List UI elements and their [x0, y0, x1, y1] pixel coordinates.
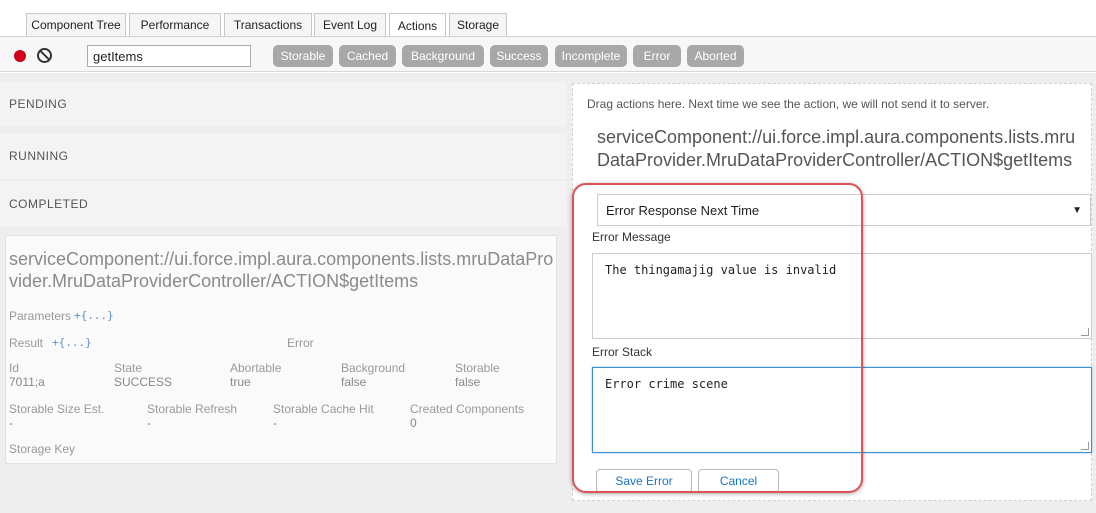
storable-label: Storable: [455, 361, 500, 375]
section-completed[interactable]: COMPLETED: [0, 181, 567, 227]
action-card[interactable]: serviceComponent://ui.force.impl.aura.co…: [5, 235, 557, 464]
abortable-value: true: [230, 375, 251, 389]
actions-list-panel: PENDING RUNNING COMPLETED serviceCompone…: [0, 73, 567, 513]
abortable-label: Abortable: [230, 361, 282, 375]
storable-size-value: -: [9, 416, 13, 430]
action-name: serviceComponent://ui.force.impl.aura.co…: [9, 249, 554, 291]
storable-refresh-value: -: [147, 416, 151, 430]
filter-chip-incomplete[interactable]: Incomplete: [555, 45, 627, 67]
state-value: SUCCESS: [114, 375, 173, 389]
save-error-button[interactable]: Save Error: [596, 469, 692, 493]
error-message-label: Error Message: [592, 230, 671, 244]
tab-bar: Component Tree Performance Transactions …: [0, 0, 1096, 37]
id-value: 7011;a: [9, 375, 45, 389]
section-pending[interactable]: PENDING: [0, 81, 567, 127]
override-drop-zone[interactable]: Drag actions here. Next time we see the …: [572, 83, 1092, 501]
filter-chip-success[interactable]: Success: [490, 45, 548, 67]
error-message-text: The thingamajig value is invalid: [605, 263, 837, 277]
tab-actions[interactable]: Actions: [389, 13, 446, 37]
storable-cache-hit-label: Storable Cache Hit: [273, 402, 374, 416]
parameters-toggle[interactable]: +{...}: [74, 309, 114, 322]
resize-handle-icon[interactable]: [1081, 328, 1089, 336]
filter-input[interactable]: [87, 45, 251, 67]
storage-key-label: Storage Key: [9, 442, 76, 456]
created-components-value: 0: [410, 416, 417, 430]
background-label: Background: [341, 361, 406, 375]
storable-value: false: [455, 375, 481, 389]
result-toggle[interactable]: +{...}: [52, 336, 92, 349]
drop-hint: Drag actions here. Next time we see the …: [587, 97, 990, 111]
parameters-label: Parameters: [9, 309, 72, 323]
clear-icon[interactable]: [37, 48, 52, 63]
storable-size-label: Storable Size Est.: [9, 402, 105, 416]
cancel-button[interactable]: Cancel: [698, 469, 779, 493]
storable-refresh-label: Storable Refresh: [147, 402, 238, 416]
filter-chip-aborted[interactable]: Aborted: [687, 45, 744, 67]
section-running[interactable]: RUNNING: [0, 133, 567, 179]
tab-event-log[interactable]: Event Log: [314, 13, 386, 36]
override-action-name: serviceComponent://ui.force.impl.aura.co…: [597, 127, 1076, 170]
tab-performance[interactable]: Performance: [129, 13, 221, 36]
tab-component-tree[interactable]: Component Tree: [26, 13, 126, 36]
created-components-label: Created Components: [410, 402, 525, 416]
error-label: Error: [287, 336, 314, 350]
filter-chip-error[interactable]: Error: [633, 45, 681, 67]
result-label: Result: [9, 336, 44, 350]
filter-chip-storable[interactable]: Storable: [273, 45, 333, 67]
filter-chip-cached[interactable]: Cached: [339, 45, 396, 67]
record-icon[interactable]: [14, 50, 26, 62]
state-label: State: [114, 361, 143, 375]
error-stack-text: Error crime scene: [605, 377, 728, 391]
tab-transactions[interactable]: Transactions: [224, 13, 312, 36]
actions-toolbar: Storable Cached Background Success Incom…: [0, 37, 1096, 72]
storable-cache-hit-value: -: [273, 416, 277, 430]
tab-storage[interactable]: Storage: [449, 13, 507, 36]
error-message-field[interactable]: The thingamajig value is invalid: [592, 253, 1092, 339]
override-mode-value: Error Response Next Time: [606, 202, 760, 218]
background-value: false: [341, 375, 367, 389]
error-stack-field[interactable]: Error crime scene: [592, 367, 1092, 453]
resize-handle-icon[interactable]: [1081, 442, 1089, 450]
filter-chip-background[interactable]: Background: [402, 45, 484, 67]
error-stack-label: Error Stack: [592, 345, 653, 359]
override-mode-select[interactable]: Error Response Next Time ▼: [597, 194, 1091, 226]
chevron-down-icon: ▼: [1072, 205, 1082, 216]
override-panel: Drag actions here. Next time we see the …: [567, 73, 1096, 513]
id-label: Id: [9, 361, 20, 375]
